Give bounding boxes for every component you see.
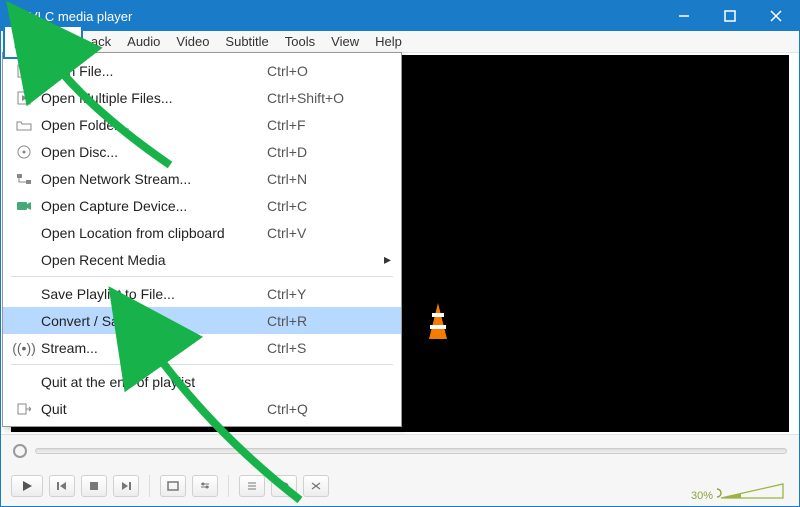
- menu-media[interactable]: Media: [3, 25, 83, 59]
- quit-icon: [11, 403, 37, 415]
- menubar: Media ack Audio Video Subtitle Tools Vie…: [1, 31, 799, 53]
- volume-percent: 30%: [691, 490, 713, 502]
- next-button[interactable]: [113, 475, 139, 497]
- menu-open-disc[interactable]: Open Disc... Ctrl+D: [3, 138, 401, 165]
- stream-icon: ((•)): [11, 340, 37, 356]
- shuffle-button[interactable]: [303, 475, 329, 497]
- fullscreen-button[interactable]: [160, 475, 186, 497]
- volume-control[interactable]: 30%: [691, 480, 787, 502]
- play-button[interactable]: [11, 475, 43, 497]
- loop-button[interactable]: [271, 475, 297, 497]
- menu-view[interactable]: View: [323, 32, 367, 51]
- maximize-button[interactable]: [707, 1, 753, 31]
- menu-open-capture-device[interactable]: Open Capture Device... Ctrl+C: [3, 192, 401, 219]
- menu-stream[interactable]: ((•)) Stream... Ctrl+S: [3, 334, 401, 361]
- menu-subtitle[interactable]: Subtitle: [217, 32, 276, 51]
- separator: [149, 475, 150, 497]
- seek-track[interactable]: [35, 448, 787, 454]
- disc-icon: [11, 145, 37, 159]
- menu-open-file[interactable]: Open File... Ctrl+O: [3, 57, 401, 84]
- folder-icon: [11, 119, 37, 131]
- play-file-icon: [11, 91, 37, 105]
- app-title: VLC media player: [29, 9, 661, 24]
- menu-open-recent-media[interactable]: Open Recent Media ▸: [3, 246, 401, 273]
- extended-settings-button[interactable]: [192, 475, 218, 497]
- minimize-button[interactable]: [661, 1, 707, 31]
- prev-button[interactable]: [49, 475, 75, 497]
- menu-separator: [11, 364, 393, 365]
- titlebar: VLC media player: [1, 1, 799, 31]
- separator: [228, 475, 229, 497]
- menu-audio[interactable]: Audio: [119, 32, 168, 51]
- menu-playback-partial[interactable]: ack: [83, 32, 119, 51]
- menu-save-playlist[interactable]: Save Playlist to File... Ctrl+Y: [3, 280, 401, 307]
- menu-quit-at-end[interactable]: Quit at the end of playlist: [3, 368, 401, 395]
- menu-open-network-stream[interactable]: Open Network Stream... Ctrl+N: [3, 165, 401, 192]
- menu-video[interactable]: Video: [168, 32, 217, 51]
- capture-icon: [11, 200, 37, 212]
- menu-help[interactable]: Help: [367, 32, 410, 51]
- menu-tools[interactable]: Tools: [277, 32, 323, 51]
- menu-convert-save[interactable]: Convert / Save... Ctrl+R: [3, 307, 401, 334]
- playback-controls: 30%: [1, 466, 799, 506]
- stop-button[interactable]: [81, 475, 107, 497]
- menu-quit[interactable]: Quit Ctrl+Q: [3, 395, 401, 422]
- menu-open-multiple-files[interactable]: Open Multiple Files... Ctrl+Shift+O: [3, 84, 401, 111]
- menu-open-clipboard[interactable]: Open Location from clipboard Ctrl+V: [3, 219, 401, 246]
- seek-handle[interactable]: [13, 444, 27, 458]
- submenu-arrow-icon: ▸: [377, 251, 391, 268]
- vlc-cone-icon: [9, 7, 23, 26]
- media-dropdown: Open File... Ctrl+O Open Multiple Files.…: [2, 52, 402, 427]
- menu-separator: [11, 276, 393, 277]
- menu-open-folder[interactable]: Open Folder... Ctrl+F: [3, 111, 401, 138]
- play-file-icon: [11, 64, 37, 78]
- vlc-cone-logo: [419, 301, 457, 352]
- seekbar: [1, 434, 799, 466]
- close-button[interactable]: [753, 1, 799, 31]
- network-icon: [11, 173, 37, 185]
- playlist-button[interactable]: [239, 475, 265, 497]
